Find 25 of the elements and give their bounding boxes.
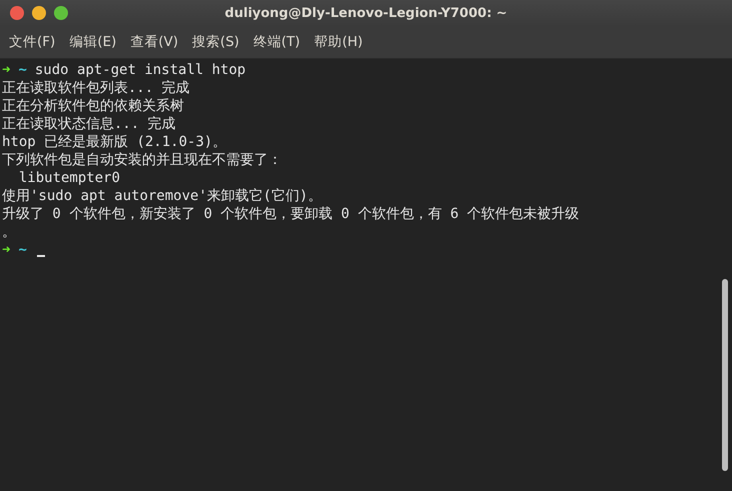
prompt-directory: ~	[18, 61, 27, 79]
output-line: 正在分析软件包的依赖关系树	[2, 97, 184, 115]
close-button[interactable]	[10, 6, 24, 20]
window-title: duliyong@Dly-Lenovo-Legion-Y7000: ~	[224, 6, 508, 20]
scrollbar-thumb[interactable]	[722, 279, 728, 471]
menu-item[interactable]: 编辑(E)	[64, 33, 126, 51]
menu-item[interactable]: 帮助(H)	[309, 33, 372, 51]
prompt-directory: ~	[18, 241, 27, 259]
menu-item[interactable]: 搜索(S)	[187, 33, 248, 51]
maximize-button[interactable]	[54, 6, 68, 20]
output-line: 使用'sudo apt autoremove'来卸载它(它们)。	[2, 187, 322, 205]
output-line: 正在读取状态信息... 完成	[2, 115, 176, 133]
output-line: 下列软件包是自动安装的并且现在不需要了：	[2, 151, 282, 169]
command-text: sudo apt-get install htop	[34, 61, 246, 79]
output-line: htop 已经是最新版 (2.1.0-3)。	[2, 133, 226, 151]
menu-item[interactable]: 终端(T)	[248, 33, 310, 51]
output-line: 升级了 0 个软件包，新安装了 0 个软件包，要卸载 0 个软件包，有 6 个软件包未被升级	[2, 205, 580, 223]
menu-item[interactable]: 文件(F)	[4, 33, 64, 51]
prompt-arrow: ➜	[2, 61, 10, 79]
minimize-button[interactable]	[32, 6, 46, 20]
prompt-arrow: ➜	[2, 241, 10, 259]
output-line: 。	[2, 223, 16, 241]
output-line: libutempter0	[18, 169, 120, 187]
output-line: 正在读取软件包列表... 完成	[2, 79, 190, 97]
menu-item[interactable]: 查看(V)	[125, 33, 188, 51]
